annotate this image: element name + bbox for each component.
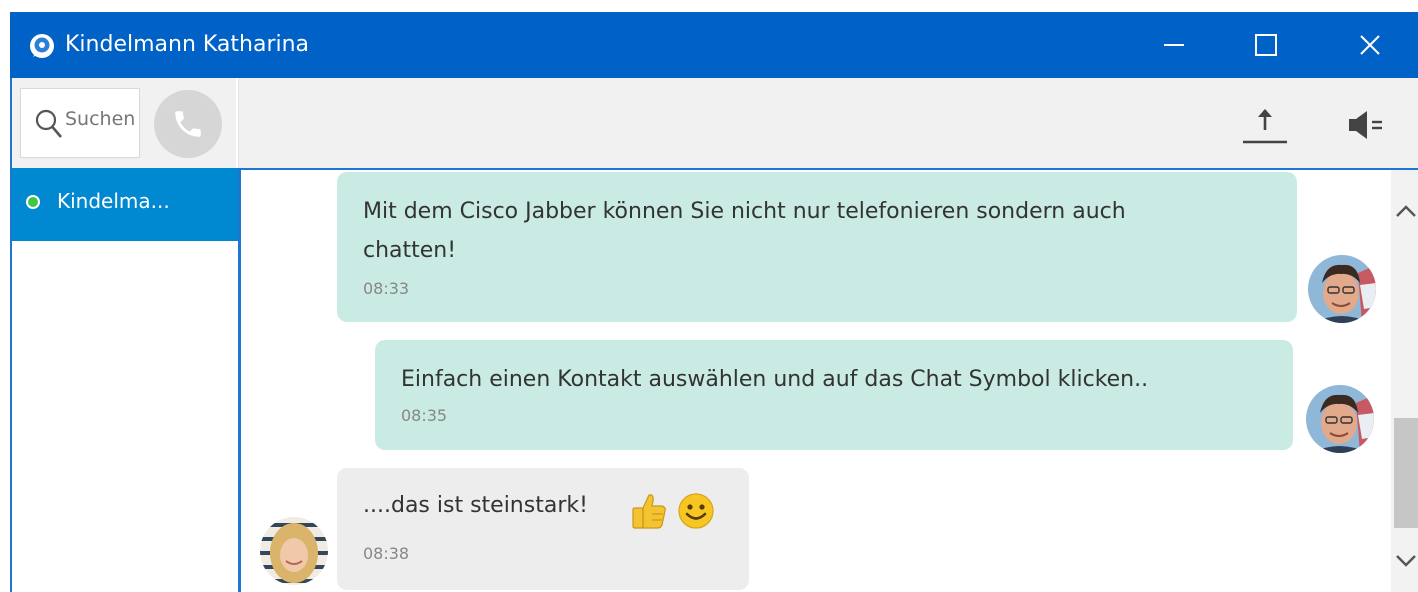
own-avatar[interactable] bbox=[1305, 252, 1379, 326]
message-bubble-incoming: ....das ist steinstark! 08:38 bbox=[337, 468, 749, 590]
message-text: Einfach einen Kontakt auswählen und auf … bbox=[401, 367, 1149, 392]
message-timestamp: 08:38 bbox=[363, 544, 410, 563]
phone-icon bbox=[175, 111, 201, 137]
message-timestamp: 08:33 bbox=[363, 279, 410, 298]
file-upload-icon bbox=[1243, 109, 1287, 144]
audio-settings-button[interactable] bbox=[1339, 98, 1395, 152]
call-button[interactable] bbox=[154, 90, 222, 158]
own-avatar[interactable] bbox=[1303, 382, 1377, 456]
scroll-up-icon[interactable] bbox=[1394, 200, 1418, 224]
chat-toolbar bbox=[238, 78, 1418, 168]
status-available-icon bbox=[26, 195, 40, 209]
user-photo-icon bbox=[1306, 385, 1374, 453]
jabber-app-icon bbox=[30, 34, 54, 58]
maximize-button[interactable] bbox=[1236, 20, 1296, 70]
smiley-icon bbox=[678, 493, 714, 529]
message-text: Mit dem Cisco Jabber können Sie nicht nu… bbox=[363, 199, 1126, 224]
contact-search-area bbox=[12, 78, 236, 168]
message-bubble-outgoing: Mit dem Cisco Jabber können Sie nicht nu… bbox=[337, 172, 1297, 322]
minimize-icon bbox=[1164, 44, 1184, 46]
conversation-list: Kindelma... bbox=[12, 168, 239, 592]
contact-avatar[interactable] bbox=[257, 514, 331, 588]
title-bar: Kindelmann Katharina bbox=[10, 12, 1418, 78]
window-title: Kindelmann Katharina bbox=[65, 32, 310, 57]
scroll-down-icon[interactable] bbox=[1394, 548, 1418, 572]
search-input[interactable] bbox=[65, 108, 135, 130]
close-button[interactable] bbox=[1340, 20, 1400, 70]
contact-photo-icon bbox=[260, 517, 328, 585]
scrollbar-thumb[interactable] bbox=[1394, 418, 1418, 528]
minimize-button[interactable] bbox=[1144, 20, 1204, 70]
message-timestamp: 08:35 bbox=[401, 406, 448, 425]
message-text-continued: chatten! bbox=[363, 238, 457, 263]
maximize-icon bbox=[1255, 34, 1277, 56]
thumbs-up-icon bbox=[632, 494, 666, 529]
contact-name: Kindelma... bbox=[57, 189, 170, 213]
contact-item-kindelmann[interactable]: Kindelma... bbox=[12, 168, 238, 241]
user-photo-icon bbox=[1308, 255, 1376, 323]
search-icon bbox=[35, 109, 62, 138]
window-body: Kindelma... Mit dem Cisco Jabber können … bbox=[10, 78, 1418, 592]
audio-settings-icon bbox=[1349, 111, 1382, 139]
search-field[interactable] bbox=[20, 88, 140, 158]
message-text: ....das ist steinstark! bbox=[363, 493, 588, 518]
chat-history: Mit dem Cisco Jabber können Sie nicht nu… bbox=[238, 168, 1418, 592]
file-upload-button[interactable] bbox=[1237, 98, 1293, 152]
close-icon bbox=[1360, 35, 1380, 55]
message-bubble-outgoing: Einfach einen Kontakt auswählen und auf … bbox=[375, 340, 1293, 450]
chat-scrollbar[interactable] bbox=[1391, 170, 1418, 592]
